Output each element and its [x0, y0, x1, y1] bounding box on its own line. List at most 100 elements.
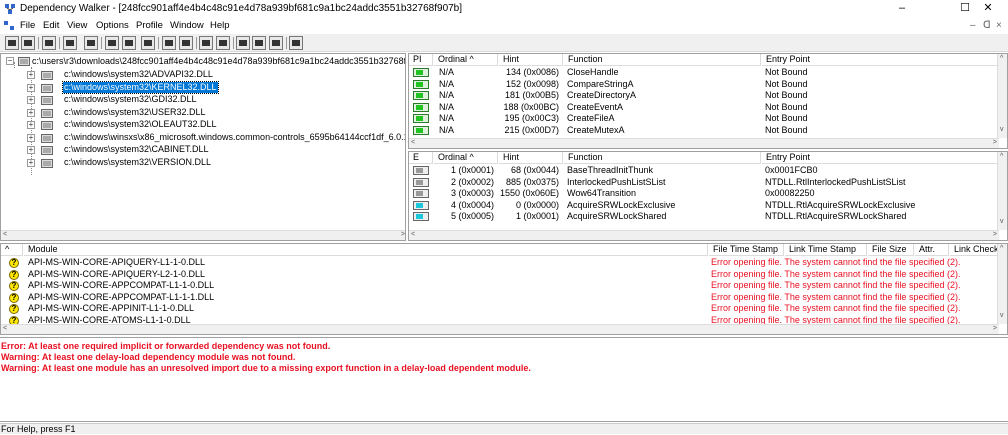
tree-expand-toggle[interactable]: +: [27, 121, 35, 129]
mdi-close-button[interactable]: ×: [996, 20, 1002, 31]
module-row[interactable]: ? API-MS-WIN-CORE-APPCOMPAT-L1-1-0.DLL E…: [1, 280, 999, 292]
copy-icon[interactable]: [63, 36, 77, 50]
tree-collapse-toggle[interactable]: −: [6, 57, 14, 65]
tree-horizontal-scrollbar[interactable]: < >: [1, 230, 405, 240]
import-row[interactable]: N/A 195 (0x00C3) CreateFileA Not Bound: [409, 113, 999, 125]
menu-options[interactable]: Options: [96, 20, 129, 31]
scroll-up-arrow[interactable]: ^: [1000, 245, 1003, 252]
imports-header-function[interactable]: Function: [564, 54, 761, 66]
menu-file[interactable]: File: [20, 20, 35, 31]
module-row[interactable]: ? API-MS-WIN-CORE-APIQUERY-L1-1-0.DLL Er…: [1, 257, 999, 269]
tree-expand-toggle[interactable]: +: [27, 158, 35, 167]
export-row[interactable]: 2 (0x0002) 885 (0x0375) InterlockedPushL…: [409, 177, 999, 189]
tree-expand-toggle[interactable]: +: [27, 108, 35, 117]
imports-pane[interactable]: PI Ordinal ^ Hint Function Entry Point N…: [408, 53, 1008, 149]
scroll-up-arrow[interactable]: ^: [1000, 55, 1003, 62]
log-pane[interactable]: Error: At least one required implicit or…: [0, 337, 1008, 422]
tree-item-label[interactable]: c:\windows\system32\VERSION.DLL: [63, 157, 212, 168]
modules-header-link-time-stamp[interactable]: Link Time Stamp: [785, 244, 867, 256]
tree-item[interactable]: + c:\windows\system32\VERSION.DLL: [1, 157, 405, 169]
tree-expand-toggle[interactable]: +: [27, 133, 35, 142]
export-row[interactable]: 4 (0x0004) 0 (0x0000) AcquireSRWLockExcl…: [409, 200, 999, 212]
tree-item-label[interactable]: c:\windows\system32\OLEAUT32.DLL: [63, 119, 218, 130]
scroll-left-arrow[interactable]: <: [411, 231, 415, 238]
module-tree-pane[interactable]: − c:\users\r3\downloads\248fcc901aff4e4b…: [0, 53, 406, 241]
tree-expand-toggle[interactable]: +: [27, 83, 35, 92]
module-row[interactable]: ? API-MS-WIN-CORE-APPCOMPAT-L1-1-1.DLL E…: [1, 292, 999, 304]
tree-item-label[interactable]: c:\windows\system32\USER32.DLL: [63, 107, 207, 118]
tree-item[interactable]: + c:\windows\system32\GDI32.DLL: [1, 94, 405, 106]
import-row[interactable]: N/A 152 (0x0098) CompareStringA Not Boun…: [409, 79, 999, 91]
exports-vertical-scrollbar[interactable]: ^ v: [997, 152, 1007, 230]
scroll-right-arrow[interactable]: >: [993, 231, 997, 238]
tile-vertical-icon[interactable]: [269, 36, 283, 50]
modules-header-sort[interactable]: ^: [1, 244, 23, 256]
scroll-left-arrow[interactable]: <: [411, 139, 415, 146]
tree-item[interactable]: + c:\windows\system32\ADVAPI32.DLL: [1, 69, 405, 81]
external-viewer-icon[interactable]: [216, 36, 230, 50]
exports-header-ordinal[interactable]: Ordinal ^: [434, 152, 498, 164]
ordinal-icon[interactable]: [122, 36, 136, 50]
imports-header-ordinal[interactable]: Ordinal ^: [434, 54, 498, 66]
modules-vertical-scrollbar[interactable]: ^ v: [997, 244, 1007, 324]
tree-item[interactable]: + c:\windows\winsxs\x86_microsoft.window…: [1, 132, 405, 144]
tree-root-label[interactable]: c:\users\r3\downloads\248fcc901aff4e4b4c…: [32, 56, 405, 66]
minimize-button[interactable]: –: [882, 0, 922, 18]
menu-view[interactable]: View: [67, 20, 87, 31]
tile-horizontal-icon[interactable]: [252, 36, 266, 50]
help-icon[interactable]: [289, 36, 303, 50]
import-row[interactable]: N/A 215 (0x00D7) CreateMutexA Not Bound: [409, 125, 999, 137]
exports-header-entry-point[interactable]: Entry Point: [762, 152, 998, 164]
exports-horizontal-scrollbar[interactable]: < >: [409, 230, 999, 240]
modules-header-file-time-stamp[interactable]: File Time Stamp: [709, 244, 784, 256]
imports-vertical-scrollbar[interactable]: ^ v: [997, 54, 1007, 138]
modules-header-file-size[interactable]: File Size: [868, 244, 914, 256]
imports-header-hint[interactable]: Hint: [499, 54, 563, 66]
module-row[interactable]: ? API-MS-WIN-CORE-APPINIT-L1-1-0.DLL Err…: [1, 303, 999, 315]
export-row[interactable]: 5 (0x0005) 1 (0x0001) AcquireSRWLockShar…: [409, 211, 999, 223]
menu-profile[interactable]: Profile: [136, 20, 163, 31]
tree-item-label[interactable]: c:\windows\system32\ADVAPI32.DLL: [63, 69, 214, 80]
tree-item-label[interactable]: c:\windows\system32\KERNEL32.DLL: [62, 80, 219, 94]
scroll-down-arrow[interactable]: v: [1000, 126, 1004, 133]
menu-edit[interactable]: Edit: [43, 20, 59, 31]
scroll-up-arrow[interactable]: ^: [1000, 153, 1003, 160]
exports-header-hint[interactable]: Hint: [499, 152, 563, 164]
import-row[interactable]: N/A 134 (0x0086) CloseHandle Not Bound: [409, 67, 999, 79]
save-icon[interactable]: [21, 36, 35, 50]
menu-help[interactable]: Help: [210, 20, 230, 31]
tree-item[interactable]: + c:\windows\system32\OLEAUT32.DLL: [1, 119, 405, 131]
menu-window[interactable]: Window: [170, 20, 204, 31]
exports-header-e[interactable]: E: [409, 152, 433, 164]
open-folder-icon[interactable]: [5, 36, 19, 50]
export-row[interactable]: 3 (0x0003) 1550 (0x060E) Wow64Transition…: [409, 188, 999, 200]
scroll-right-arrow[interactable]: >: [993, 325, 997, 332]
import-row[interactable]: N/A 188 (0x00BC) CreateEventA Not Bound: [409, 102, 999, 114]
mdi-minimize-button[interactable]: –: [970, 20, 976, 31]
system-info-icon[interactable]: [199, 36, 213, 50]
cascade-icon[interactable]: [236, 36, 250, 50]
close-button[interactable]: ✕: [968, 0, 1008, 18]
undecorate-icon[interactable]: [105, 36, 119, 50]
import-row[interactable]: N/A 181 (0x00B5) CreateDirectoryA Not Bo…: [409, 90, 999, 102]
scroll-left-arrow[interactable]: <: [3, 325, 7, 332]
modules-header-module[interactable]: Module: [24, 244, 708, 256]
tree-item-label[interactable]: c:\windows\system32\GDI32.DLL: [63, 94, 198, 105]
scroll-left-arrow[interactable]: <: [3, 231, 7, 238]
tree-item[interactable]: + c:\windows\system32\CABINET.DLL: [1, 144, 405, 156]
mdi-restore-button[interactable]: ᗡ: [983, 20, 991, 31]
properties-icon[interactable]: [179, 36, 193, 50]
tree-expand-toggle[interactable]: +: [27, 71, 35, 79]
scroll-right-arrow[interactable]: >: [993, 139, 997, 146]
imports-horizontal-scrollbar[interactable]: < >: [409, 138, 999, 148]
scroll-right-arrow[interactable]: >: [401, 231, 405, 238]
tree-item-label[interactable]: c:\windows\system32\CABINET.DLL: [63, 144, 210, 155]
scroll-down-arrow[interactable]: v: [1000, 312, 1004, 319]
modules-header-attr[interactable]: Attr.: [915, 244, 949, 256]
tree-expand-toggle[interactable]: +: [27, 96, 35, 104]
module-row[interactable]: ? API-MS-WIN-CORE-APIQUERY-L2-1-0.DLL Er…: [1, 269, 999, 281]
scroll-down-arrow[interactable]: v: [1000, 218, 1004, 225]
module-list-pane[interactable]: ^ Module File Time Stamp Link Time Stamp…: [0, 243, 1008, 335]
export-row[interactable]: 1 (0x0001) 68 (0x0044) BaseThreadInitThu…: [409, 165, 999, 177]
tree-item[interactable]: + c:\windows\system32\USER32.DLL: [1, 107, 405, 119]
